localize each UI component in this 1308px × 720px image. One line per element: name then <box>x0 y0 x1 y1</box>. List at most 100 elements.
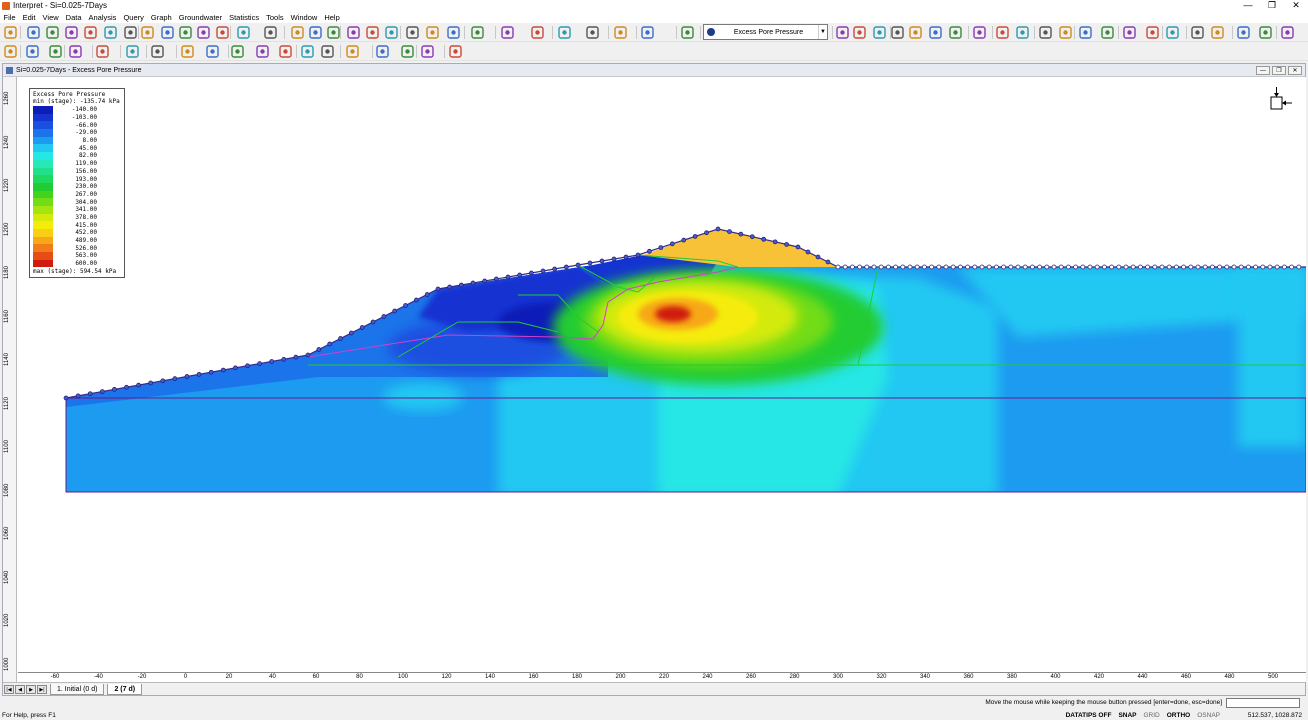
toolbar-button-icon[interactable] <box>470 25 485 40</box>
hint-input[interactable] <box>1226 698 1300 708</box>
doc-minimize-icon[interactable]: — <box>1256 65 1270 75</box>
toolbar-button-icon[interactable] <box>928 25 943 40</box>
toolbar-button-icon[interactable] <box>948 25 963 40</box>
toolbar-button-icon[interactable] <box>26 25 41 40</box>
status-snap[interactable]: SNAP <box>1118 712 1136 719</box>
toolbar-button-icon[interactable] <box>346 25 361 40</box>
toolbar-button-icon[interactable] <box>25 44 40 59</box>
tab-stage-1[interactable]: 1. Initial (0 d) <box>50 683 105 695</box>
toolbar-button-icon[interactable] <box>290 25 305 40</box>
first-stage-icon[interactable]: |◀ <box>4 684 14 694</box>
toolbar-button-icon[interactable] <box>446 25 461 40</box>
toolbar-button-icon[interactable] <box>150 44 165 59</box>
toolbar-button-icon[interactable] <box>448 44 463 59</box>
restore-icon[interactable]: ❐ <box>1260 0 1284 11</box>
toolbar-button-icon[interactable] <box>500 25 515 40</box>
toolbar-button-icon[interactable] <box>400 44 415 59</box>
toolbar-button-icon[interactable] <box>1236 25 1251 40</box>
menu-help[interactable]: Help <box>321 13 343 22</box>
status-datatips[interactable]: DATATIPS OFF <box>1066 712 1112 719</box>
toolbar-button-icon[interactable] <box>530 25 545 40</box>
toolbar-button-icon[interactable] <box>178 25 193 40</box>
toolbar-button-icon[interactable] <box>125 44 140 59</box>
menu-query[interactable]: Query <box>120 13 147 22</box>
toolbar-button-icon[interactable] <box>196 25 211 40</box>
status-grid[interactable]: GRID <box>1144 712 1160 719</box>
next-stage-icon[interactable]: ▶ <box>26 684 36 694</box>
toolbar-button-icon[interactable] <box>236 25 251 40</box>
toolbar-button-icon[interactable] <box>68 44 83 59</box>
toolbar-button-icon[interactable] <box>64 25 79 40</box>
toolbar-button-icon[interactable] <box>320 44 335 59</box>
toolbar-button-icon[interactable] <box>1122 25 1137 40</box>
close-icon[interactable]: ✕ <box>1284 0 1308 11</box>
toolbar-button-icon[interactable] <box>230 44 245 59</box>
doc-close-icon[interactable]: ✕ <box>1288 65 1302 75</box>
toolbar-button-icon[interactable] <box>160 25 175 40</box>
menu-tools[interactable]: Tools <box>263 13 288 22</box>
toolbar-button-icon[interactable] <box>890 25 905 40</box>
toolbar-button-icon[interactable] <box>345 44 360 59</box>
toolbar-button-icon[interactable] <box>1058 25 1073 40</box>
toolbar-button-icon[interactable] <box>300 44 315 59</box>
toolbar-button-icon[interactable] <box>326 25 341 40</box>
menu-file[interactable]: File <box>0 13 19 22</box>
toolbar-button-icon[interactable] <box>123 25 138 40</box>
contour-canvas[interactable]: Excess Pore Pressure min (stage): -135.7… <box>18 77 1307 682</box>
contour-plot[interactable] <box>18 77 1307 682</box>
toolbar-button-icon[interactable] <box>365 25 380 40</box>
menu-graph[interactable]: Graph <box>147 13 175 22</box>
menu-analysis[interactable]: Analysis <box>85 13 120 22</box>
toolbar-button-icon[interactable] <box>585 25 600 40</box>
toolbar-button-icon[interactable] <box>835 25 850 40</box>
toolbar-button-icon[interactable] <box>3 44 18 59</box>
toolbar-button-icon[interactable] <box>680 25 695 40</box>
toolbar-button-icon[interactable] <box>1258 25 1273 40</box>
status-osnap[interactable]: OSNAP <box>1197 712 1220 719</box>
menu-edit[interactable]: Edit <box>19 13 39 22</box>
toolbar-button-icon[interactable] <box>425 25 440 40</box>
toolbar-button-icon[interactable] <box>1145 25 1160 40</box>
toolbar-button-icon[interactable] <box>3 25 18 40</box>
status-ortho[interactable]: ORTHO <box>1167 712 1190 719</box>
toolbar-button-icon[interactable] <box>557 25 572 40</box>
toolbar-button-icon[interactable] <box>1038 25 1053 40</box>
toolbar-button-icon[interactable] <box>103 25 118 40</box>
menu-statistics[interactable]: Statistics <box>226 13 263 22</box>
menu-groundwater[interactable]: Groundwater <box>175 13 225 22</box>
toolbar-button-icon[interactable] <box>1100 25 1115 40</box>
last-stage-icon[interactable]: ▶| <box>37 684 47 694</box>
toolbar-button-icon[interactable] <box>308 25 323 40</box>
toolbar-button-icon[interactable] <box>613 25 628 40</box>
toolbar-button-icon[interactable] <box>1210 25 1225 40</box>
prev-stage-icon[interactable]: ◀ <box>15 684 25 694</box>
toolbar-button-icon[interactable] <box>140 25 155 40</box>
doc-restore-icon[interactable]: ❐ <box>1272 65 1286 75</box>
menu-view[interactable]: View <box>39 13 62 22</box>
toolbar-button-icon[interactable] <box>95 44 110 59</box>
toolbar-button-icon[interactable] <box>1015 25 1030 40</box>
view-orientation-icon[interactable] <box>1268 87 1292 113</box>
toolbar-button-icon[interactable] <box>995 25 1010 40</box>
toolbar-button-icon[interactable] <box>1078 25 1093 40</box>
toolbar-button-icon[interactable] <box>405 25 420 40</box>
toolbar-button-icon[interactable] <box>852 25 867 40</box>
toolbar-button-icon[interactable] <box>640 25 655 40</box>
toolbar-button-icon[interactable] <box>180 44 195 59</box>
toolbar-button-icon[interactable] <box>83 25 98 40</box>
toolbar-button-icon[interactable] <box>263 25 278 40</box>
tab-stage-2[interactable]: 2 (7 d) <box>107 683 143 695</box>
toolbar-button-icon[interactable] <box>420 44 435 59</box>
toolbar-button-icon[interactable] <box>1165 25 1180 40</box>
toolbar-button-icon[interactable] <box>384 25 399 40</box>
menu-window[interactable]: Window <box>287 13 321 22</box>
toolbar-button-icon[interactable] <box>255 44 270 59</box>
toolbar-button-icon[interactable] <box>215 25 230 40</box>
minimize-icon[interactable]: — <box>1236 0 1260 11</box>
data-type-dropdown[interactable]: Excess Pore Pressure ▼ <box>703 24 828 40</box>
toolbar-button-icon[interactable] <box>278 44 293 59</box>
toolbar-button-icon[interactable] <box>972 25 987 40</box>
toolbar-button-icon[interactable] <box>45 25 60 40</box>
chevron-down-icon[interactable]: ▼ <box>818 25 827 39</box>
toolbar-button-icon[interactable] <box>908 25 923 40</box>
